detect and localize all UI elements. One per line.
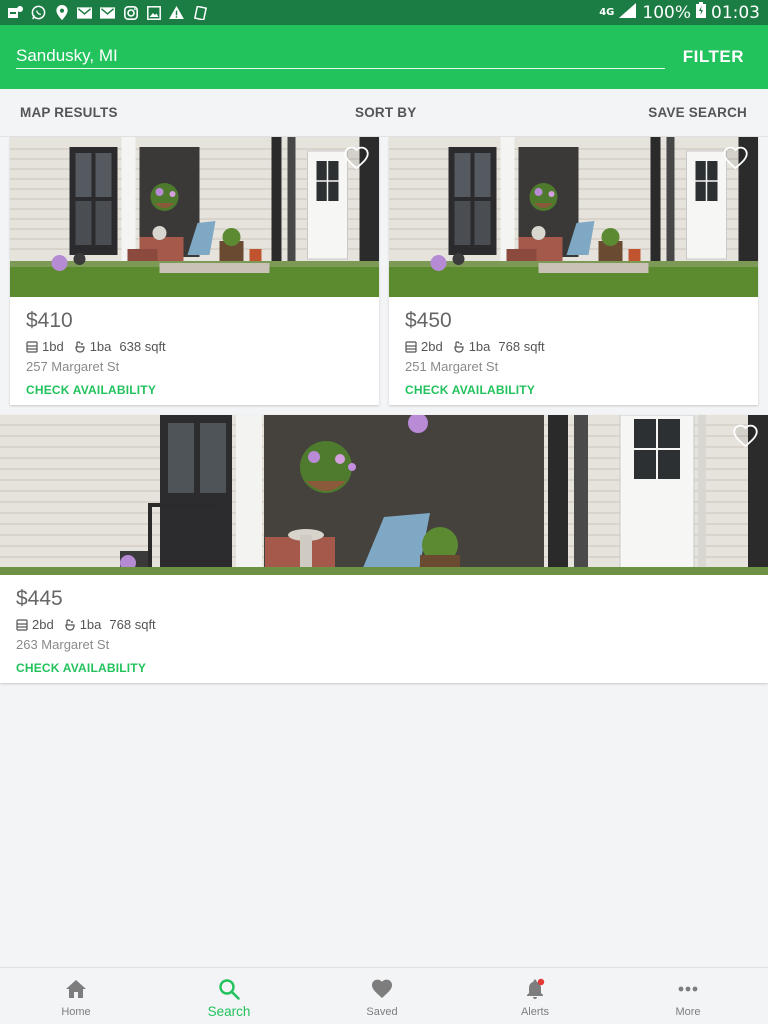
beds-count: 1bd — [42, 339, 64, 354]
beds-count: 2bd — [32, 617, 54, 632]
gmail-icon — [77, 5, 92, 20]
listing-card[interactable]: $410 1bd 1ba 638 sqft 257 Margaret St CH… — [10, 137, 379, 405]
listing-card[interactable]: $445 2bd 1ba 768 sqft 263 Margaret St CH… — [0, 415, 768, 683]
bath-icon — [64, 619, 76, 631]
clock: 01:03 — [711, 2, 760, 23]
listing-specs: 2bd 1ba 768 sqft — [405, 339, 545, 354]
bell-icon — [527, 978, 545, 999]
sort-by-button[interactable]: SORT BY — [355, 105, 416, 120]
notification-icons — [8, 5, 207, 20]
bed-icon — [405, 341, 417, 353]
nav-label: More — [675, 1006, 701, 1018]
whatsapp-icon — [31, 5, 46, 20]
check-availability-button[interactable]: CHECK AVAILABILITY — [26, 383, 156, 397]
bed-icon — [26, 341, 38, 353]
heart-icon — [372, 979, 392, 998]
baths-count: 1ba — [468, 339, 491, 354]
more-icon — [678, 986, 698, 992]
search-header: FILTER — [0, 25, 768, 89]
sqft: 768 sqft — [498, 339, 545, 354]
bottom-navigation: Home Search Saved Alerts More — [0, 967, 768, 1024]
warning-icon — [169, 5, 184, 20]
check-availability-button[interactable]: CHECK AVAILABILITY — [405, 383, 535, 397]
network-type: 4G — [599, 7, 615, 18]
nav-saved[interactable]: Saved — [306, 968, 458, 1024]
baths-count: 1ba — [79, 617, 102, 632]
favorite-heart-icon[interactable] — [343, 145, 370, 170]
bath-icon — [74, 341, 86, 353]
battery-icon — [696, 2, 706, 23]
battery-percent: 100% — [642, 2, 691, 23]
listing-photo[interactable] — [389, 137, 758, 297]
bath-icon — [453, 341, 465, 353]
listing-photo[interactable] — [10, 137, 379, 297]
search-icon — [219, 979, 240, 1000]
app-icon — [8, 5, 23, 20]
location-search-input[interactable] — [16, 45, 665, 69]
results-toolbar: MAP RESULTS SORT BY SAVE SEARCH — [0, 89, 768, 137]
nav-label: Home — [61, 1006, 91, 1018]
nav-search[interactable]: Search — [153, 968, 305, 1024]
favorite-heart-icon[interactable] — [732, 423, 759, 448]
listing-address: 263 Margaret St — [16, 637, 110, 652]
save-search-button[interactable]: SAVE SEARCH — [648, 105, 747, 120]
listing-price: $410 — [26, 309, 73, 332]
filter-button[interactable]: FILTER — [683, 47, 744, 67]
listing-price: $450 — [405, 309, 452, 332]
gmail-icon-2 — [100, 5, 115, 20]
nav-home[interactable]: Home — [0, 968, 152, 1024]
image-icon — [146, 5, 161, 20]
nav-label: Saved — [366, 1006, 398, 1018]
listing-price: $445 — [16, 587, 63, 610]
listing-specs: 1bd 1ba 638 sqft — [26, 339, 166, 354]
listing-specs: 2bd 1ba 768 sqft — [16, 617, 156, 632]
location-pin-icon — [54, 5, 69, 20]
device-rotate-icon — [192, 5, 207, 20]
listing-address: 257 Margaret St — [26, 359, 120, 374]
signal-icon — [619, 2, 637, 23]
nav-more[interactable]: More — [612, 968, 764, 1024]
nav-label: Search — [207, 1004, 251, 1019]
listing-card[interactable]: $450 2bd 1ba 768 sqft 251 Margaret St CH… — [389, 137, 758, 405]
map-results-button[interactable]: MAP RESULTS — [20, 105, 118, 120]
beds-count: 2bd — [421, 339, 443, 354]
baths-count: 1ba — [89, 339, 112, 354]
sqft: 638 sqft — [119, 339, 166, 354]
listing-address: 251 Margaret St — [405, 359, 499, 374]
nav-label: Alerts — [520, 1006, 550, 1018]
favorite-heart-icon[interactable] — [722, 145, 749, 170]
home-icon — [66, 980, 86, 998]
instagram-icon — [123, 5, 138, 20]
sqft: 768 sqft — [109, 617, 156, 632]
status-right: 4G 100% 01:03 — [599, 2, 760, 23]
status-bar: 4G 100% 01:03 — [0, 0, 768, 25]
check-availability-button[interactable]: CHECK AVAILABILITY — [16, 661, 146, 675]
listing-photo[interactable] — [0, 415, 768, 575]
bed-icon — [16, 619, 28, 631]
nav-alerts[interactable]: Alerts — [459, 968, 611, 1024]
